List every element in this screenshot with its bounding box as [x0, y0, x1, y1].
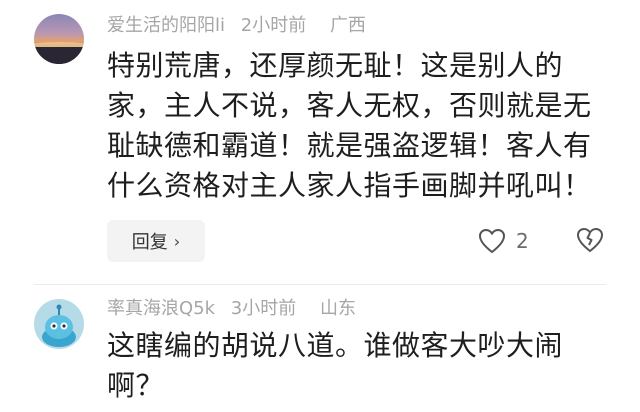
- comment-meta: 率真海浪Q5k 3小时前 山东: [107, 298, 366, 320]
- reply-button[interactable]: 回复 ›: [107, 220, 205, 262]
- location: 广西: [329, 15, 366, 36]
- chevron-right-icon: ›: [173, 231, 181, 251]
- like-count: 2: [516, 229, 529, 253]
- avatar[interactable]: [34, 14, 84, 64]
- broken-heart-icon: [576, 227, 604, 253]
- username[interactable]: 爱生活的阳阳li: [107, 15, 225, 36]
- avatar[interactable]: [34, 299, 84, 349]
- timestamp: 3小时前: [230, 298, 297, 319]
- comment-text: 这瞎编的胡说八道。谁做客大吵大闹啊？: [107, 329, 564, 402]
- location: 山东: [319, 298, 356, 319]
- username[interactable]: 率真海浪Q5k: [107, 298, 215, 319]
- reply-label: 回复: [131, 232, 168, 253]
- comment-item: 爱生活的阳阳li 2小时前 广西 特别荒唐，还厚颜无耻！这是别人的家，主人不说，…: [0, 0, 640, 285]
- dislike-button[interactable]: [575, 226, 605, 256]
- comment-meta: 爱生活的阳阳li 2小时前 广西: [107, 15, 376, 37]
- timestamp: 2小时前: [240, 15, 307, 36]
- comment-item: 率真海浪Q5k 3小时前 山东 这瞎编的胡说八道。谁做客大吵大闹啊？: [0, 285, 640, 412]
- comment-text: 特别荒唐，还厚颜无耻！这是别人的家，主人不说，客人无权，否则就是无耻缺德和霸道！…: [107, 49, 592, 202]
- like-button[interactable]: 2: [478, 226, 529, 256]
- heart-outline-icon: [478, 228, 506, 254]
